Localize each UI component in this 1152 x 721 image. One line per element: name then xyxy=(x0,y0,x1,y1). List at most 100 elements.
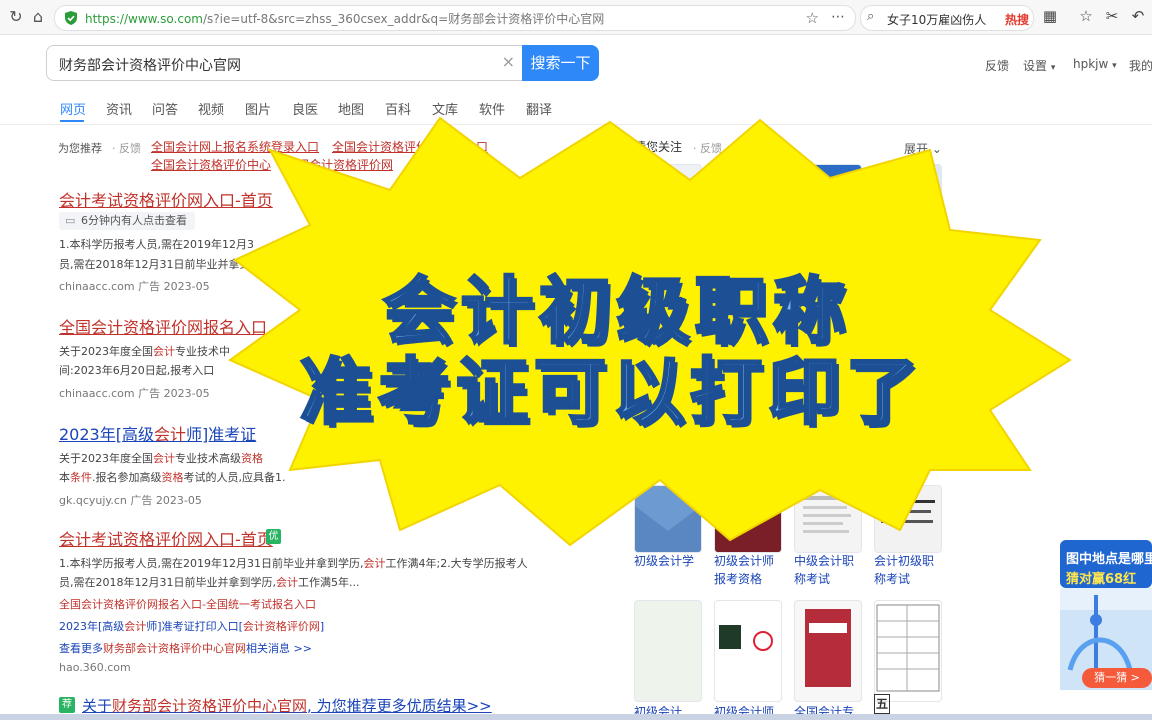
search-input[interactable]: 财务部会计资格评价中心官网 × xyxy=(46,45,523,81)
result-snippet: 1.本科学历报考人员,需在2019年12月31日前毕业并拿到学历,会计工作满4年… xyxy=(59,557,528,570)
thumbnail[interactable] xyxy=(874,164,942,232)
thumbnail[interactable] xyxy=(714,485,782,553)
thumbnail-label[interactable]: 会计初级职称考试 xyxy=(874,552,944,588)
tab-wenku[interactable]: 文库 xyxy=(432,99,458,118)
thumbnail[interactable] xyxy=(634,485,702,553)
thumbnail-label[interactable]: 初级会计师报考资格 xyxy=(714,552,784,588)
tab-baike[interactable]: 百科 xyxy=(385,99,411,118)
recommend-badge: 荐 xyxy=(59,697,75,713)
thumbnail[interactable] xyxy=(634,600,702,702)
recommend-feedback[interactable]: · 反馈 xyxy=(112,140,141,156)
tab-video[interactable]: 视频 xyxy=(198,99,224,118)
quality-badge: 优 xyxy=(266,529,281,544)
hot-search-text: 女子10万雇凶伤人 xyxy=(887,13,987,27)
mine-link[interactable]: 我的 xyxy=(1129,57,1152,74)
result-snippet: 关于2023年度全国会计专业技术中 xyxy=(59,345,230,358)
envelope-icon xyxy=(635,506,701,552)
active-tab-indicator xyxy=(60,120,84,122)
chevron-down-icon: ▾ xyxy=(1112,61,1117,71)
result-snippet: 间:2023年6月20日起,报考入口 xyxy=(59,364,215,377)
tab-software[interactable]: 软件 xyxy=(479,99,505,118)
document-icon xyxy=(881,500,935,523)
feedback-link[interactable]: 反馈 xyxy=(985,57,1009,74)
result-site: gk.qcyujy.cn 广告 2023-05 xyxy=(59,494,202,507)
tab-qa[interactable]: 问答 xyxy=(152,99,178,118)
result-site: chinaacc.com 广告 2023-05 xyxy=(59,387,210,400)
undo-icon[interactable]: ↶ xyxy=(1128,7,1148,25)
expand-button[interactable]: 展开 ⌄ xyxy=(904,140,942,157)
result-snippet: 关于2023年度全国会计专业技术高级资格 xyxy=(59,452,263,465)
thumbnail[interactable] xyxy=(794,600,862,702)
chevron-down-icon: ▾ xyxy=(1050,63,1056,73)
result-sublink[interactable]: 全国会计资格评价网报名入口-全国统一考试报名入口 xyxy=(59,596,316,612)
chat-icon: ▭ xyxy=(65,214,76,227)
tab-images[interactable]: 图片 xyxy=(245,99,271,118)
thumbnail[interactable] xyxy=(874,485,942,553)
result-title[interactable]: 会计考试资格评价网入口-首页 xyxy=(59,187,273,211)
favorites-icon[interactable]: ☆ xyxy=(1076,7,1096,25)
settings-link[interactable]: 设置 ▾ xyxy=(1023,57,1055,74)
scissors-icon[interactable]: ✂ xyxy=(1102,7,1122,25)
ad-guess-button[interactable]: 猜一猜 > xyxy=(1082,668,1152,688)
result-site: hao.360.com xyxy=(59,661,131,674)
guess-feedback[interactable]: · 反馈 xyxy=(693,140,722,156)
clear-icon[interactable]: × xyxy=(502,52,515,71)
secure-shield-icon xyxy=(65,11,77,25)
book-cover-icon xyxy=(805,609,851,687)
result-snippet: 员,需在2018年12月31日前毕业并拿到学历,会计工作满5年... xyxy=(59,576,360,589)
thumbnail-label[interactable]: 五 xyxy=(874,694,890,714)
document-icon xyxy=(803,496,853,533)
result-title[interactable]: 全国会计资格评价网报名入口 xyxy=(59,314,267,338)
recommend-link[interactable]: 全国会计资格评价网登录入口 xyxy=(332,138,488,155)
thumbnail-label[interactable]: 初级会计学 xyxy=(634,552,704,570)
home-icon[interactable]: ⌂ xyxy=(28,7,48,27)
thumbnail[interactable] xyxy=(794,164,862,232)
thumbnail[interactable] xyxy=(714,600,782,702)
recommend-link[interactable]: 全国会计资格评价中心 xyxy=(151,156,271,173)
ad-prize: 猜对赢68红 xyxy=(1066,572,1137,587)
result-title[interactable]: 2023年[高级会计师]准考证 xyxy=(59,421,256,445)
search-query: 财务部会计资格评价中心官网 xyxy=(59,58,241,74)
bottom-strip xyxy=(0,714,1152,720)
search-icon: ⌕ xyxy=(867,9,875,24)
browser-toolbar: ↻ ⌂ https://www.so.com/s?ie=utf-8&src=zh… xyxy=(0,0,1152,35)
result-sublink[interactable]: 2023年[高级会计师]准考证打印入口[会计资格评价网] xyxy=(59,618,324,634)
bookmark-star-icon[interactable]: ☆ xyxy=(806,9,819,27)
thumbnail[interactable] xyxy=(794,485,862,553)
thumbnail-label[interactable]: 中级会计职称考试 xyxy=(794,552,864,588)
tab-translate[interactable]: 翻译 xyxy=(526,99,552,118)
thumbnail[interactable] xyxy=(634,164,702,232)
ad-headline: 图中地点是哪里 xyxy=(1066,552,1152,567)
address-bar[interactable]: https://www.so.com/s?ie=utf-8&src=zhss_3… xyxy=(54,5,856,31)
result-title[interactable]: 会计考试资格评价网入口-首页 xyxy=(59,526,273,550)
recommend-link[interactable]: 全国会计网上报名系统登录入口 xyxy=(151,138,319,155)
result-site: chinaacc.com 广告 2023-05 xyxy=(59,280,210,293)
tab-maps[interactable]: 地图 xyxy=(338,99,364,118)
recommend-link[interactable]: 全国会计资格评价网 xyxy=(285,156,393,173)
floating-ad[interactable]: 图中地点是哪里 猜对赢68红 猜一猜 > xyxy=(1060,540,1152,690)
more-results-link[interactable]: 关于财务部会计资格评价中心官网, 为您推荐更多优质结果>> xyxy=(82,695,492,716)
apps-grid-icon[interactable]: ▦ xyxy=(1040,7,1060,25)
result-snippet: 1.本科学历报考人员,需在2019年12月3 xyxy=(59,238,254,251)
refresh-icon[interactable]: ↻ xyxy=(6,7,26,27)
divider xyxy=(0,124,1152,125)
click-hint-tag: ▭ 6分钟内有人点击查看 xyxy=(59,212,195,230)
thumbnail[interactable] xyxy=(714,164,782,232)
search-button[interactable]: 搜索一下 xyxy=(522,45,599,81)
result-snippet: 员,需在2018年12月31日前毕业并拿到学 xyxy=(59,258,262,271)
chevron-down-icon: ⌄ xyxy=(931,142,942,156)
certificate-icon xyxy=(719,625,773,651)
hot-search-box[interactable]: ⌕ 女子10万雇凶伤人 热搜 xyxy=(860,5,1034,31)
form-icon xyxy=(876,604,940,692)
url-text: https://www.so.com/s?ie=utf-8&src=zhss_3… xyxy=(85,12,605,26)
more-news-link[interactable]: 查看更多财务部会计资格评价中心官网相关消息 >> xyxy=(59,640,312,656)
user-link[interactable]: hpkjw ▾ xyxy=(1073,57,1117,71)
guess-title: 猜您关注 xyxy=(634,140,683,154)
tab-news[interactable]: 资讯 xyxy=(106,99,132,118)
result-snippet: 本条件.报名参加高级资格考试的人员,应具备1. xyxy=(59,471,286,484)
banner-line-2: 准考证可以打印了 xyxy=(298,349,925,436)
thumbnail[interactable] xyxy=(874,600,942,702)
tab-web[interactable]: 网页 xyxy=(60,99,86,118)
tab-medical[interactable]: 良医 xyxy=(292,99,318,118)
more-dots-icon[interactable]: ⋯ xyxy=(831,9,845,25)
